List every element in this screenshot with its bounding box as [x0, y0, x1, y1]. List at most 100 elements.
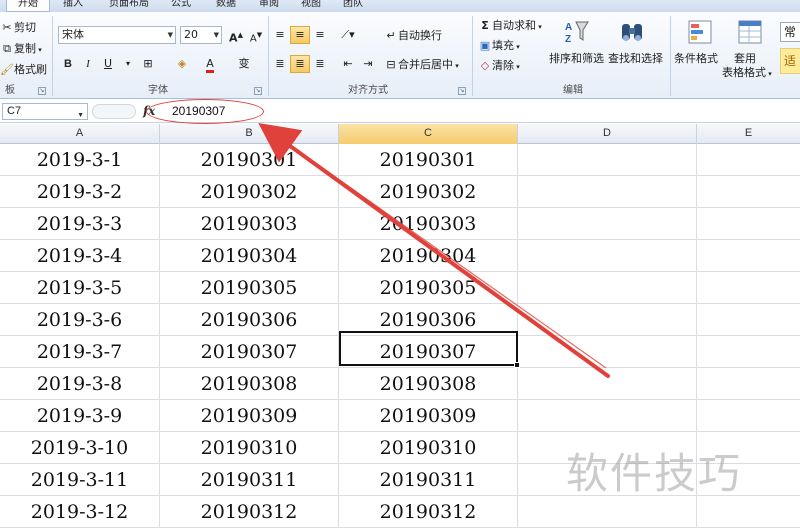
align-center-button[interactable]: ≣ — [290, 55, 310, 73]
cell-a12[interactable]: 2019-3-12 — [0, 496, 160, 528]
cell-a6[interactable]: 2019-3-6 — [0, 304, 160, 336]
column-header-a[interactable]: A — [0, 124, 160, 144]
merge-center-button[interactable]: ⊟ 合并后居中 ▾ — [384, 57, 458, 74]
format-table-button-line2[interactable]: 表格格式 ▾ — [722, 66, 772, 81]
cell-b2[interactable]: 20190302 — [160, 176, 339, 208]
borders-button[interactable]: ⊞ — [138, 55, 158, 73]
copy-button[interactable]: ⧉ 复制 ▾ — [0, 41, 42, 58]
decrease-indent-button[interactable]: ⇤ — [338, 55, 358, 73]
italic-button[interactable]: I — [78, 55, 98, 73]
cut-button[interactable]: ✂ 剪切 — [0, 20, 36, 36]
underline-dropdown[interactable]: ▾ — [118, 55, 138, 73]
cell-e8[interactable] — [697, 368, 800, 400]
underline-button[interactable]: U — [98, 55, 118, 73]
shrink-font-button[interactable]: A▼ — [246, 26, 266, 44]
align-bottom-button[interactable]: ≡ — [310, 26, 330, 44]
cell-e1[interactable] — [697, 144, 800, 176]
font-size-select[interactable]: 20 ▼ — [180, 26, 222, 44]
format-painter-button[interactable]: 🖌格式刷 — [0, 62, 47, 78]
clear-button[interactable]: ◇ 清除 ▾ — [478, 58, 520, 75]
font-dialog-launcher[interactable]: ↘ — [254, 87, 262, 95]
cell-c12[interactable]: 20190312 — [339, 496, 518, 528]
fill-color-button[interactable]: ◈ — [172, 55, 192, 73]
cell-d7[interactable] — [518, 336, 697, 368]
align-top-button[interactable]: ≡ — [270, 26, 290, 44]
cell-b8[interactable]: 20190308 — [160, 368, 339, 400]
font-name-select[interactable]: 宋体 ▼ — [58, 26, 176, 44]
name-box[interactable]: C7 ▼ — [2, 103, 88, 120]
cell-b7[interactable]: 20190307 — [160, 336, 339, 368]
cell-a1[interactable]: 2019-3-1 — [0, 144, 160, 176]
tab-data[interactable]: 数据 — [211, 0, 241, 12]
phonetic-button[interactable]: 变 — [234, 55, 254, 73]
cell-d8[interactable] — [518, 368, 697, 400]
cell-a3[interactable]: 2019-3-3 — [0, 208, 160, 240]
cell-b12[interactable]: 20190312 — [160, 496, 339, 528]
tab-insert[interactable]: 插入 — [58, 0, 88, 12]
align-left-button[interactable]: ≣ — [270, 55, 290, 73]
cell-c5[interactable]: 20190305 — [339, 272, 518, 304]
cell-b4[interactable]: 20190304 — [160, 240, 339, 272]
cell-e4[interactable] — [697, 240, 800, 272]
grow-font-button[interactable]: A▲ — [226, 26, 246, 45]
fill-button[interactable]: ▣ 填充 ▾ — [478, 38, 520, 55]
cell-a8[interactable]: 2019-3-8 — [0, 368, 160, 400]
tab-formulas[interactable]: 公式 — [166, 0, 196, 12]
format-table-button-line1[interactable]: 套用 — [734, 52, 756, 66]
formula-bar-resize-handle[interactable] — [92, 104, 136, 119]
find-select-button[interactable]: 查找和选择 — [608, 52, 663, 66]
cell-c2[interactable]: 20190302 — [339, 176, 518, 208]
cell-c1[interactable]: 20190301 — [339, 144, 518, 176]
fill-handle[interactable] — [514, 362, 520, 368]
font-color-button[interactable]: A — [200, 55, 220, 73]
cell-b11[interactable]: 20190311 — [160, 464, 339, 496]
autosum-button[interactable]: Σ 自动求和 ▾ — [478, 18, 542, 35]
cell-e5[interactable] — [697, 272, 800, 304]
alignment-dialog-launcher[interactable]: ↘ — [458, 87, 466, 95]
tab-page-layout[interactable]: 页面布局 — [102, 0, 156, 12]
tab-home[interactable]: 开始 — [6, 0, 50, 12]
conditional-format-button[interactable]: 条件格式 — [674, 52, 718, 66]
number-format-style[interactable]: 常规 — [780, 22, 800, 42]
cell-e6[interactable] — [697, 304, 800, 336]
cell-b5[interactable]: 20190305 — [160, 272, 339, 304]
cell-c8[interactable]: 20190308 — [339, 368, 518, 400]
cell-d5[interactable] — [518, 272, 697, 304]
align-right-button[interactable]: ≣ — [310, 55, 330, 73]
cell-a2[interactable]: 2019-3-2 — [0, 176, 160, 208]
cell-a9[interactable]: 2019-3-9 — [0, 400, 160, 432]
align-middle-button[interactable]: ≡ — [290, 26, 310, 44]
column-header-b[interactable]: B — [160, 124, 339, 144]
cell-a5[interactable]: 2019-3-5 — [0, 272, 160, 304]
sort-filter-button[interactable]: 排序和筛选 — [549, 52, 604, 66]
cell-b1[interactable]: 20190301 — [160, 144, 339, 176]
cell-a4[interactable]: 2019-3-4 — [0, 240, 160, 272]
cell-e7[interactable] — [697, 336, 800, 368]
increase-indent-button[interactable]: ⇥ — [358, 55, 378, 73]
bold-button[interactable]: B — [58, 55, 78, 73]
column-header-d[interactable]: D — [518, 124, 697, 144]
tab-team[interactable]: 团队 — [338, 0, 368, 12]
clipboard-dialog-launcher[interactable]: ↘ — [38, 87, 46, 95]
cell-d6[interactable] — [518, 304, 697, 336]
cell-b10[interactable]: 20190310 — [160, 432, 339, 464]
cell-b3[interactable]: 20190303 — [160, 208, 339, 240]
cell-e3[interactable] — [697, 208, 800, 240]
cell-c4[interactable]: 20190304 — [339, 240, 518, 272]
cell-c9[interactable]: 20190309 — [339, 400, 518, 432]
tab-review[interactable]: 审阅 — [254, 0, 284, 12]
column-header-e[interactable]: E — [697, 124, 800, 144]
cell-style-neutral[interactable]: 适中 — [780, 48, 800, 74]
cell-d2[interactable] — [518, 176, 697, 208]
cell-a11[interactable]: 2019-3-11 — [0, 464, 160, 496]
tab-view[interactable]: 视图 — [296, 0, 326, 12]
cell-d3[interactable] — [518, 208, 697, 240]
cell-c10[interactable]: 20190310 — [339, 432, 518, 464]
cell-c11[interactable]: 20190311 — [339, 464, 518, 496]
cell-d1[interactable] — [518, 144, 697, 176]
cell-a10[interactable]: 2019-3-10 — [0, 432, 160, 464]
column-header-c[interactable]: C — [339, 124, 518, 144]
cell-d9[interactable] — [518, 400, 697, 432]
cell-b9[interactable]: 20190309 — [160, 400, 339, 432]
cell-e2[interactable] — [697, 176, 800, 208]
